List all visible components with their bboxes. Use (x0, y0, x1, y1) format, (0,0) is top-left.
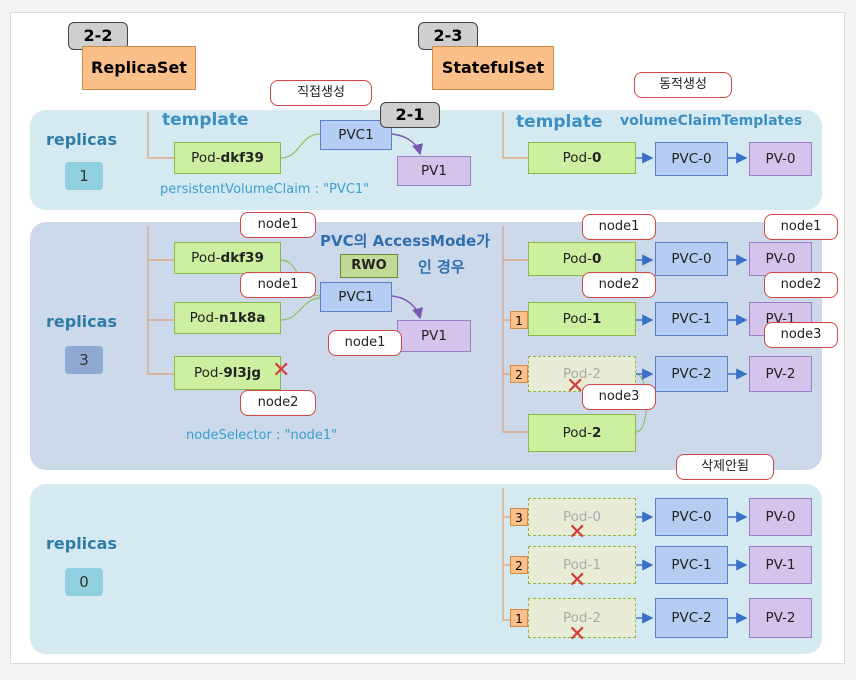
volume-claim-templates-label: volumeClaimTemplates (620, 113, 803, 129)
ss-pvc: PVC-1 (655, 302, 728, 336)
replicas-value: 1 (65, 162, 103, 190)
ss-pvc: PVC-1 (655, 546, 728, 584)
number-tag-2-1: 2-1 (380, 102, 440, 128)
access-mode-note: PVC의 AccessMode가 (320, 232, 490, 250)
ss-pod: Pod-1 (528, 302, 636, 336)
ss-pv: PV-0 (749, 498, 812, 536)
ss-pv: PV-2 (749, 356, 812, 392)
rs-template-label: template (162, 110, 249, 130)
pvc-claim-note: persistentVolumeClaim : "PVC1" (160, 182, 370, 197)
delete-mark-icon: ✕ (272, 358, 291, 383)
rs-pod: Pod-dkf39 (174, 242, 281, 274)
replicas-label: replicas (46, 534, 117, 553)
ordinal-badge: 3 (510, 508, 528, 526)
node-callout: node1 (240, 272, 316, 298)
node-callout: node2 (582, 272, 656, 298)
ss-pvc: PVC-0 (655, 242, 728, 276)
ss-pvc: PVC-0 (655, 142, 728, 176)
ordinal-badge: 2 (510, 365, 528, 383)
rwo-badge: RWO (340, 254, 398, 278)
node-callout: node1 (240, 212, 316, 238)
replicaset-header: ReplicaSet (82, 46, 196, 90)
replicas-value: 3 (65, 346, 103, 374)
node-callout: node2 (764, 272, 838, 298)
ss-pod-recreated: Pod-2 (528, 414, 636, 452)
rs-pod: Pod-dkf39 (174, 142, 281, 174)
ss-pv: PV-2 (749, 598, 812, 638)
node-callout: node1 (582, 214, 656, 240)
node-callout: node1 (764, 214, 838, 240)
rs-pv: PV1 (397, 320, 471, 352)
ss-pvc: PVC-2 (655, 356, 728, 392)
ss-pod: Pod-0 (528, 242, 636, 276)
ss-pvc: PVC-0 (655, 498, 728, 536)
ss-pod: Pod-0 (528, 142, 636, 174)
replicas-label: replicas (46, 130, 117, 149)
ss-pv: PV-0 (749, 142, 812, 176)
node-callout: node3 (764, 322, 838, 348)
replicas-value: 0 (65, 568, 103, 596)
not-deleted-callout: 삭제안됨 (676, 454, 774, 480)
ss-pv: PV-0 (749, 242, 812, 276)
replicas-label: replicas (46, 312, 117, 331)
node-callout: node3 (582, 384, 656, 410)
dynamic-create-callout: 동적생성 (634, 72, 732, 98)
statefulset-header: StatefulSet (432, 46, 554, 90)
ss-pv: PV-1 (749, 546, 812, 584)
rs-pvc: PVC1 (320, 282, 392, 312)
access-mode-note-suffix: 인 경우 (418, 258, 465, 276)
node-callout: node2 (240, 390, 316, 416)
delete-mark-icon: ✕ (568, 568, 587, 593)
delete-mark-icon: ✕ (568, 520, 587, 545)
rs-pod: Pod-n1k8a (174, 302, 281, 334)
pvc-node-callout: node1 (328, 330, 402, 356)
rs-pv: PV1 (397, 156, 471, 186)
ordinal-badge: 1 (510, 609, 528, 627)
ss-pvc: PVC-2 (655, 598, 728, 638)
rs-pod: Pod-9l3jg (174, 356, 281, 390)
ordinal-badge: 2 (510, 556, 528, 574)
ordinal-badge: 1 (510, 311, 528, 329)
delete-mark-icon: ✕ (568, 622, 587, 647)
node-selector-note: nodeSelector : "node1" (186, 428, 338, 443)
direct-create-callout: 직접생성 (270, 80, 372, 106)
ss-template-label: template (516, 112, 603, 132)
